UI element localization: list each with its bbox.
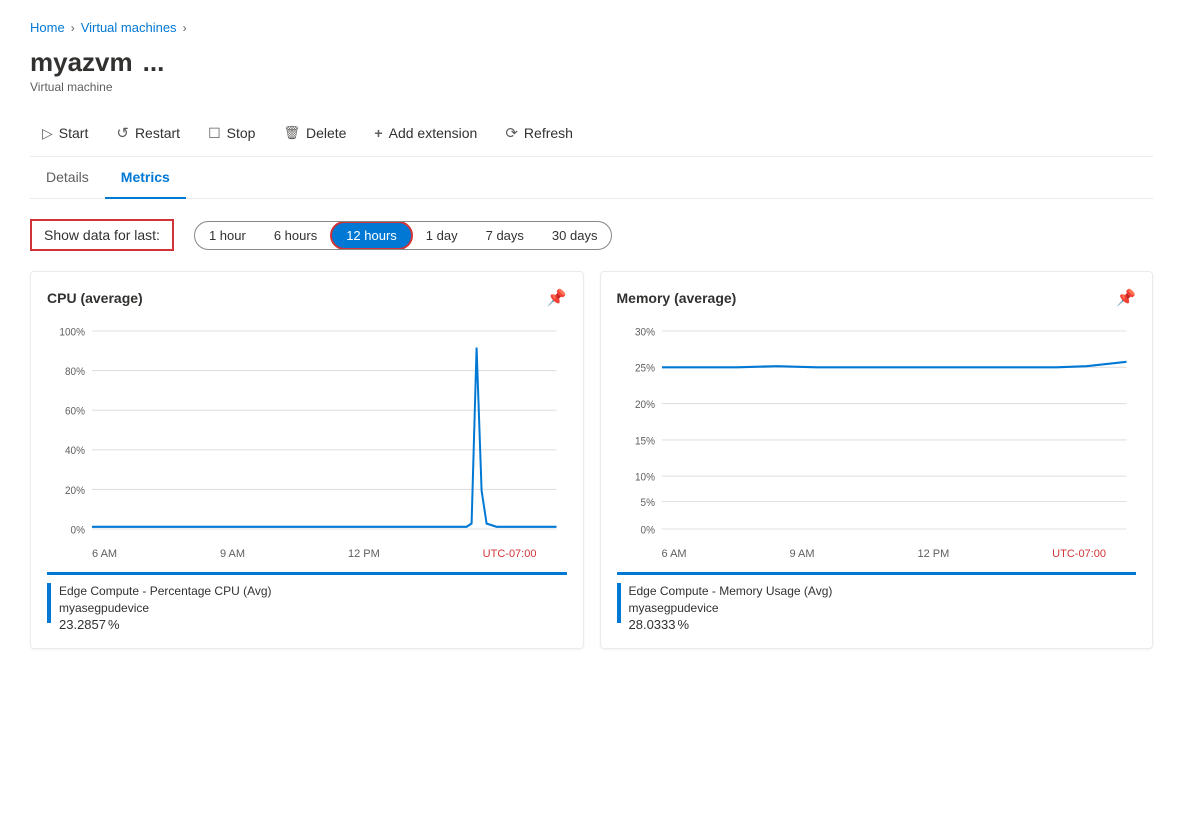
svg-text:5%: 5% [640,496,654,509]
memory-pin-icon[interactable]: 📌 [1116,288,1136,308]
page-title: myazvm [30,47,133,78]
delete-label: Delete [306,125,346,141]
delete-button[interactable]: 🗑 Delete [271,119,358,147]
memory-chart-card: Memory (average) 📌 30% 25% 20% [600,271,1154,649]
svg-text:0%: 0% [71,524,85,537]
start-icon: ▷ [42,125,53,142]
time-30days[interactable]: 30 days [538,223,612,248]
cpu-x-label-0: 6 AM [92,548,117,560]
svg-text:30%: 30% [634,326,654,339]
add-icon: + [374,125,382,141]
time-selector: 1 hour 6 hours 12 hours 1 day 7 days 30 … [194,221,613,250]
breadcrumb-home[interactable]: Home [30,20,65,35]
cpu-legend-device: myasegpudevice [59,600,272,617]
svg-text:10%: 10% [634,471,654,484]
tab-metrics[interactable]: Metrics [105,157,186,199]
cpu-chart-card: CPU (average) 📌 100% 80% 60% 40% [30,271,584,649]
stop-button[interactable]: ☐ Stop [196,119,267,148]
restart-button[interactable]: ↺ Restart [104,118,192,148]
memory-legend-color [617,583,621,623]
svg-text:0%: 0% [640,524,654,537]
cpu-x-axis: 6 AM 9 AM 12 PM UTC-07:00 [47,548,567,560]
svg-text:40%: 40% [65,445,85,458]
time-6hours[interactable]: 6 hours [260,223,331,248]
tab-details[interactable]: Details [30,157,105,199]
time-12hours[interactable]: 12 hours [330,221,413,250]
cpu-legend-unit: % [108,617,120,632]
breadcrumb: Home › Virtual machines › [30,20,1153,35]
restart-label: Restart [135,125,180,141]
cpu-legend: Edge Compute - Percentage CPU (Avg) myas… [47,572,567,632]
stop-label: Stop [227,125,256,141]
cpu-x-label-3: UTC-07:00 [483,548,537,560]
memory-legend-value: 28.0333% [629,617,833,632]
cpu-chart-title: CPU (average) [47,290,143,306]
time-1hour[interactable]: 1 hour [195,223,260,248]
delete-icon: 🗑 [283,125,300,141]
cpu-chart-area: 100% 80% 60% 40% 20% 0% [47,320,567,540]
svg-text:20%: 20% [634,399,654,412]
page-menu-ellipsis[interactable]: ... [143,47,165,78]
restart-icon: ↺ [116,124,129,142]
refresh-icon: ⟳ [505,124,518,142]
memory-chart-svg: 30% 25% 20% 15% 10% 5% 0% [617,320,1137,540]
memory-legend-device: myasegpudevice [629,600,833,617]
memory-chart-title: Memory (average) [617,290,737,306]
svg-text:60%: 60% [65,405,85,418]
refresh-label: Refresh [524,125,573,141]
memory-x-label-3: UTC-07:00 [1052,548,1106,560]
time-1day[interactable]: 1 day [412,223,472,248]
breadcrumb-vms[interactable]: Virtual machines [81,20,177,35]
show-data-label: Show data for last: [30,219,174,251]
cpu-chart-svg: 100% 80% 60% 40% 20% 0% [47,320,567,540]
memory-legend: Edge Compute - Memory Usage (Avg) myaseg… [617,572,1137,632]
memory-chart-area: 30% 25% 20% 15% 10% 5% 0% [617,320,1137,540]
cpu-x-label-1: 9 AM [220,548,245,560]
start-button[interactable]: ▷ Start [30,119,100,148]
svg-text:100%: 100% [59,326,85,339]
add-extension-button[interactable]: + Add extension [362,119,489,147]
memory-x-label-2: 12 PM [917,548,949,560]
breadcrumb-sep1: › [71,21,75,35]
cpu-legend-name: Edge Compute - Percentage CPU (Avg) [59,583,272,600]
memory-legend-unit: % [678,617,690,632]
add-extension-label: Add extension [389,125,478,141]
tabs: Details Metrics [30,157,1153,199]
svg-text:20%: 20% [65,484,85,497]
memory-legend-name: Edge Compute - Memory Usage (Avg) [629,583,833,600]
cpu-pin-icon[interactable]: 📌 [547,288,567,308]
refresh-button[interactable]: ⟳ Refresh [493,118,585,148]
breadcrumb-sep2: › [183,21,187,35]
metrics-toolbar: Show data for last: 1 hour 6 hours 12 ho… [30,219,1153,251]
stop-icon: ☐ [208,125,221,142]
cpu-x-label-2: 12 PM [348,548,380,560]
memory-x-label-0: 6 AM [662,548,687,560]
start-label: Start [59,125,89,141]
memory-x-axis: 6 AM 9 AM 12 PM UTC-07:00 [617,548,1137,560]
charts-row: CPU (average) 📌 100% 80% 60% 40% [30,271,1153,649]
cpu-legend-value: 23.2857% [59,617,272,632]
memory-x-label-1: 9 AM [789,548,814,560]
time-7days[interactable]: 7 days [472,223,538,248]
page-subtitle: Virtual machine [30,80,1153,94]
cpu-legend-color [47,583,51,623]
svg-text:80%: 80% [65,366,85,379]
toolbar: ▷ Start ↺ Restart ☐ Stop 🗑 Delete + Add … [30,110,1153,157]
svg-text:15%: 15% [634,435,654,448]
svg-text:25%: 25% [634,362,654,375]
